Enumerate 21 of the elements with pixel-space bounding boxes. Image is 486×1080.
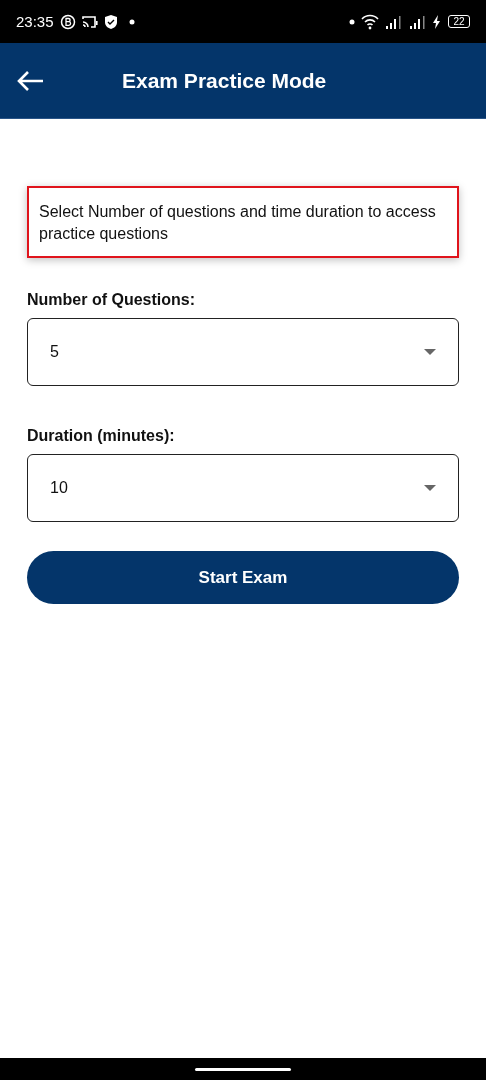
field-label: Number of Questions: <box>27 291 196 309</box>
field-label: Duration (minutes): <box>27 427 176 445</box>
b-circle-icon <box>59 13 76 30</box>
back-arrow-icon <box>16 69 44 92</box>
dropdown-field[interactable]: 10 <box>27 454 459 522</box>
dot-icon <box>349 18 355 25</box>
start-exam-button[interactable]: Start Exam <box>27 551 459 604</box>
screen-title: Exam Practice Mode <box>122 68 327 93</box>
wifi-icon <box>361 13 379 30</box>
home-indicator[interactable] <box>195 1067 291 1071</box>
charging-icon <box>433 14 442 29</box>
dropdown-caret-icon <box>424 485 436 491</box>
battery-level: 22 <box>448 15 470 28</box>
shield-icon <box>103 13 118 30</box>
clock-time: 23:35 <box>16 13 54 30</box>
signal-icon <box>409 14 427 29</box>
dropdown-field[interactable]: 5 <box>27 318 459 386</box>
signal-icon <box>385 14 403 29</box>
dropdown-caret-icon <box>424 349 436 355</box>
cast-icon <box>81 14 98 29</box>
instruction-notice: Select Number of questions and time duration to access practice questions <box>27 186 459 258</box>
